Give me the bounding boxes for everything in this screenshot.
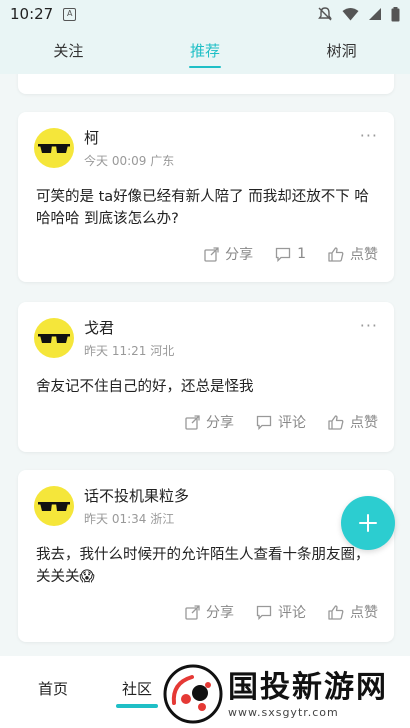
status-icons xyxy=(317,6,400,22)
wifi-icon xyxy=(342,8,359,21)
post-text[interactable]: 我去，我什么时候开的允许陌生人查看十条朋友圈，关关关😱 xyxy=(36,544,378,588)
more-options-button[interactable]: ··· xyxy=(360,316,378,335)
top-tabs: 关注 推荐 树洞 xyxy=(0,28,410,74)
sunglasses-icon xyxy=(38,334,70,343)
new-post-button[interactable] xyxy=(341,496,395,550)
share-label: 分享 xyxy=(225,247,254,263)
battery-icon xyxy=(391,6,400,21)
post-meta: 昨天 01:34 浙江 xyxy=(84,512,175,526)
avatar[interactable] xyxy=(34,318,74,358)
thumbs-up-icon xyxy=(328,604,344,620)
status-time: 10:27 xyxy=(10,5,54,23)
post-text[interactable]: 舍友记不住自己的好，还总是怪我 xyxy=(36,376,378,398)
comment-button[interactable]: 评论 xyxy=(256,412,306,432)
post-meta: 今天 00:09 广东 xyxy=(84,154,175,168)
post-header: 柯 今天 00:09 广东 xyxy=(34,128,174,169)
signal-icon xyxy=(369,8,381,20)
status-bar: 10:27 A xyxy=(0,0,410,28)
share-label: 分享 xyxy=(206,415,234,431)
share-icon xyxy=(204,246,219,262)
like-button[interactable]: 点赞 xyxy=(328,412,378,432)
like-label: 点赞 xyxy=(350,605,378,621)
author-name[interactable]: 话不投机果粒多 xyxy=(84,486,189,506)
like-button[interactable]: 点赞 xyxy=(328,244,378,264)
sunglasses-icon xyxy=(38,144,70,153)
thumbs-up-icon xyxy=(328,246,344,262)
post-header: 戈君 昨天 11:21 河北 xyxy=(34,318,174,359)
watermark-title: 国投新游网 xyxy=(228,669,388,705)
post-text[interactable]: 可笑的是 ta好像已经有新人陪了 而我却还放不下 哈哈哈哈 到底该怎么办? xyxy=(36,186,378,230)
post-meta: 昨天 11:21 河北 xyxy=(84,344,175,358)
post-card[interactable]: 戈君 昨天 11:21 河北 ··· 舍友记不住自己的好，还总是怪我 分享 评论… xyxy=(18,302,394,452)
thumbs-up-icon xyxy=(328,414,344,430)
nav-home[interactable]: 首页 xyxy=(38,678,68,699)
author-name[interactable]: 戈君 xyxy=(84,318,174,338)
share-label: 分享 xyxy=(206,605,234,621)
app-notification-icon: A xyxy=(63,7,77,21)
comment-icon xyxy=(275,247,291,262)
tab-follow[interactable]: 关注 xyxy=(0,28,137,74)
comment-icon xyxy=(256,605,272,620)
plus-icon xyxy=(359,514,377,532)
post-actions: 分享 1 点赞 xyxy=(204,244,378,264)
comment-icon xyxy=(256,415,272,430)
post-card[interactable]: 话不投机果粒多 昨天 01:34 浙江 我去，我什么时候开的允许陌生人查看十条朋… xyxy=(18,470,394,642)
like-label: 点赞 xyxy=(350,415,378,431)
post-actions: 分享 评论 点赞 xyxy=(185,602,378,622)
watermark-url: www.sxsgytr.com xyxy=(228,705,339,719)
post-card[interactable]: 柯 今天 00:09 广东 ··· 可笑的是 ta好像已经有新人陪了 而我却还放… xyxy=(18,112,394,282)
avatar[interactable] xyxy=(34,486,74,526)
share-button[interactable]: 分享 xyxy=(204,244,253,264)
post-actions: 分享 评论 点赞 xyxy=(185,412,378,432)
mute-icon xyxy=(318,7,332,21)
like-label: 点赞 xyxy=(350,247,378,263)
share-icon xyxy=(185,604,200,620)
avatar[interactable] xyxy=(34,128,74,168)
comment-button[interactable]: 1 xyxy=(275,246,306,262)
like-button[interactable]: 点赞 xyxy=(328,602,378,622)
share-icon xyxy=(185,414,200,430)
nav-community[interactable]: 社区 xyxy=(115,678,159,708)
tab-recommend[interactable]: 推荐 xyxy=(137,28,274,74)
author-name[interactable]: 柯 xyxy=(84,128,174,148)
comment-label: 评论 xyxy=(278,415,306,431)
site-watermark: 国投新游网 www.sxsgytr.com xyxy=(162,660,410,728)
post-header: 话不投机果粒多 昨天 01:34 浙江 xyxy=(34,486,189,527)
tab-tree-hole[interactable]: 树洞 xyxy=(273,28,410,74)
sunglasses-icon xyxy=(38,502,70,511)
comment-label: 评论 xyxy=(278,605,306,621)
post-card-partial[interactable] xyxy=(18,74,394,94)
share-button[interactable]: 分享 xyxy=(185,602,234,622)
more-options-button[interactable]: ··· xyxy=(360,126,378,145)
watermark-logo-icon xyxy=(163,664,223,724)
comment-count: 1 xyxy=(297,246,306,262)
comment-button[interactable]: 评论 xyxy=(256,602,306,622)
post-feed[interactable]: 柯 今天 00:09 广东 ··· 可笑的是 ta好像已经有新人陪了 而我却还放… xyxy=(0,74,410,656)
share-button[interactable]: 分享 xyxy=(185,412,234,432)
